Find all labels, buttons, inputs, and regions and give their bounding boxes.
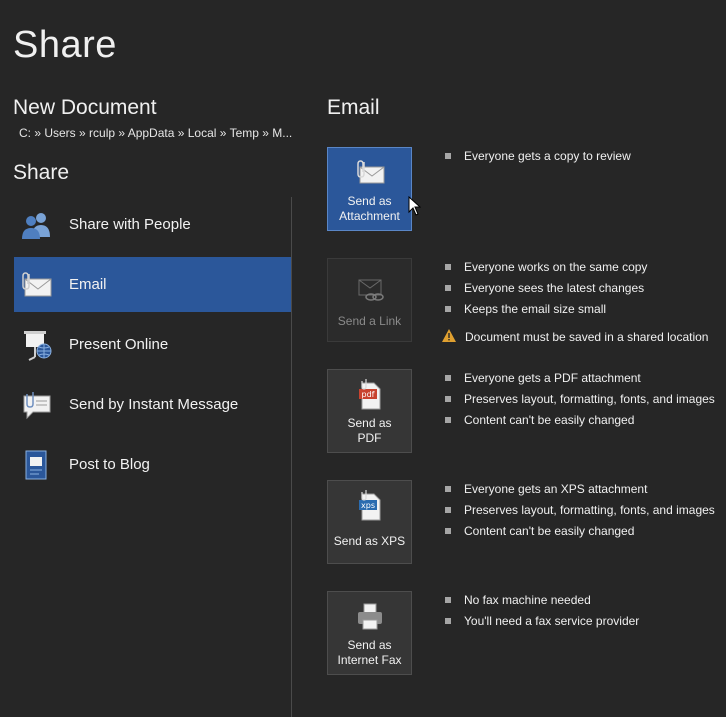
email-section-title: Email [327, 96, 380, 119]
blog-icon [14, 443, 58, 487]
fax-details: No fax machine needed You'll need a fax … [442, 589, 639, 631]
share-heading: Share [13, 161, 70, 184]
list-item: Content can't be easily changed [442, 520, 715, 541]
post-to-blog-label: Post to Blog [69, 456, 150, 473]
label-line-1: Send as [347, 416, 392, 430]
label-line-2: PDF [357, 431, 382, 445]
present-online-item[interactable]: Present Online [14, 317, 291, 372]
email-attachment-icon [14, 263, 58, 307]
attachment-details: Everyone gets a copy to review [442, 145, 631, 166]
list-item: Everyone gets a PDF attachment [442, 367, 715, 388]
send-as-xps-button[interactable]: xps Send as XPS [327, 480, 412, 564]
mouse-cursor-icon [408, 195, 422, 221]
list-item: Keeps the email size small [442, 298, 708, 319]
bullet-text: Content can't be easily changed [464, 523, 635, 538]
list-item: Content can't be easily changed [442, 409, 715, 430]
present-online-label: Present Online [69, 336, 169, 353]
bullet-text: No fax machine needed [464, 592, 591, 607]
label-line-2: Attachment [339, 209, 400, 223]
bullet-text: Preserves layout, formatting, fonts, and… [464, 391, 715, 406]
warning-item: Document must be saved in a shared locat… [442, 326, 708, 347]
list-item: No fax machine needed [442, 589, 639, 610]
panel-divider [291, 197, 292, 717]
send-as-attachment-button[interactable]: Send as Attachment [327, 147, 412, 231]
pdf-icon: pdf [356, 379, 384, 410]
fax-icon [355, 602, 385, 632]
label-line-1: Send as [347, 638, 392, 652]
document-name: New Document [13, 96, 157, 119]
send-a-link-label: Send a Link [337, 314, 402, 328]
page-title: Share [13, 24, 117, 66]
bullet-text: Everyone gets an XPS attachment [464, 481, 648, 496]
email-label: Email [69, 276, 107, 293]
send-as-attachment-label: Send as Attachment [328, 194, 412, 224]
attachment-envelope-icon [354, 158, 386, 188]
bullet-text: Content can't be easily changed [464, 412, 635, 427]
list-item: Everyone gets an XPS attachment [442, 478, 715, 499]
list-item: You'll need a fax service provider [442, 610, 639, 631]
list-item: Everyone works on the same copy [442, 256, 708, 277]
email-item[interactable]: Email [14, 257, 291, 312]
list-item: Preserves layout, formatting, fonts, and… [442, 499, 715, 520]
bullet-text: You'll need a fax service provider [464, 613, 640, 628]
post-to-blog-item[interactable]: Post to Blog [14, 437, 291, 492]
xps-icon: xps [356, 490, 384, 521]
send-as-xps-label: Send as XPS [333, 534, 406, 548]
bullet-text: Everyone gets a PDF attachment [464, 370, 641, 385]
document-path: C: » Users » rculp » AppData » Local » T… [19, 126, 293, 140]
bullet-text: Everyone works on the same copy [464, 259, 648, 274]
label-line-1: Send as [347, 194, 392, 208]
send-a-link-button[interactable]: Send a Link [327, 258, 412, 342]
share-people-icon [14, 203, 58, 247]
instant-message-label: Send by Instant Message [69, 396, 239, 413]
link-envelope-icon [354, 275, 386, 305]
pdf-details: Everyone gets a PDF attachment Preserves… [442, 367, 715, 430]
present-online-icon [14, 323, 58, 367]
share-with-people-label: Share with People [69, 216, 191, 233]
link-details: Everyone works on the same copy Everyone… [442, 256, 708, 347]
bullet-text: Everyone gets a copy to review [464, 148, 631, 163]
send-as-pdf-button[interactable]: pdf Send as PDF [327, 369, 412, 453]
send-as-internet-fax-button[interactable]: Send as Internet Fax [327, 591, 412, 675]
instant-message-item[interactable]: Send by Instant Message [14, 377, 291, 432]
xps-details: Everyone gets an XPS attachment Preserve… [442, 478, 715, 541]
instant-message-icon [14, 383, 58, 427]
list-item: Everyone sees the latest changes [442, 277, 708, 298]
svg-text:pdf: pdf [361, 390, 374, 399]
warning-text: Document must be saved in a shared locat… [465, 329, 709, 344]
send-as-internet-fax-label: Send as Internet Fax [328, 638, 412, 668]
svg-text:xps: xps [361, 501, 375, 510]
warning-icon [442, 328, 456, 345]
share-with-people-item[interactable]: Share with People [14, 197, 291, 252]
list-item: Preserves layout, formatting, fonts, and… [442, 388, 715, 409]
list-item: Everyone gets a copy to review [442, 145, 631, 166]
bullet-text: Preserves layout, formatting, fonts, and… [464, 502, 715, 517]
bullet-text: Keeps the email size small [464, 301, 607, 316]
label-line-2: Internet Fax [337, 653, 402, 667]
share-options-list: Share with People Email Present Online S… [14, 197, 291, 497]
send-as-pdf-label: Send as PDF [328, 416, 412, 446]
bullet-text: Everyone sees the latest changes [464, 280, 645, 295]
